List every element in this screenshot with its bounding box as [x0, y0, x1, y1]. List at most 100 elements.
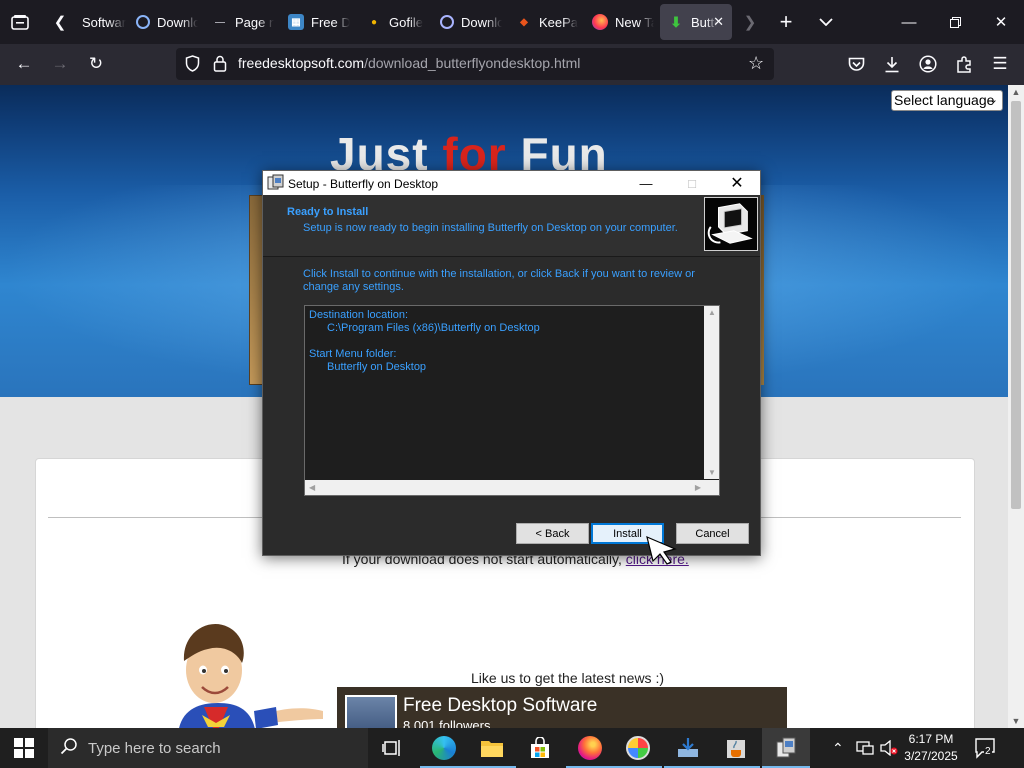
taskbar-file-explorer[interactable] [468, 728, 516, 768]
facebook-page-avatar [345, 695, 397, 728]
taskbar-globe-app[interactable] [614, 728, 662, 768]
tab-new-tab[interactable]: New Tab [584, 4, 654, 40]
shield-icon[interactable] [185, 55, 200, 75]
downloads-icon[interactable] [876, 48, 908, 80]
system-clock[interactable]: 6:17 PM 3/27/2025 [900, 731, 962, 765]
forward-icon[interactable]: → [44, 48, 76, 80]
dialog-maximize-icon: □ [688, 175, 696, 191]
show-hidden-icons-icon[interactable]: ⌃ [832, 740, 844, 757]
edge-icon [432, 736, 456, 760]
taskbar-search-box[interactable]: Type here to search [48, 728, 368, 768]
tab-butterfly-active[interactable]: ⬇ Butterfly ✕ [660, 4, 732, 40]
free-desktop-favicon: ▦ [288, 14, 304, 30]
cancel-button[interactable]: Cancel [676, 523, 749, 544]
memo-vertical-scrollbar[interactable]: ▲ ▼ [704, 306, 719, 479]
task-view-button[interactable] [368, 728, 416, 768]
keepass-favicon: ◆ [520, 16, 528, 28]
memo-horizontal-scrollbar[interactable]: ◀ ▶ [305, 480, 705, 495]
taskbar-firefox[interactable] [566, 728, 614, 768]
install-summary-memo[interactable]: Destination location: C:\Program Files (x… [304, 305, 720, 496]
notification-center-icon[interactable]: 2 [974, 737, 996, 762]
language-select[interactable]: Select language ⌄ [891, 90, 1003, 111]
start-button[interactable] [0, 728, 48, 768]
tab-keepass[interactable]: ◆ KeePass [508, 4, 578, 40]
volume-muted-icon[interactable] [880, 739, 898, 759]
windows-logo-icon [14, 738, 34, 758]
taskbar-setup-wizard[interactable] [762, 728, 810, 768]
address-bar[interactable]: freedesktopsoft.com/download_butterflyon… [176, 48, 774, 80]
dialog-body: Ready to Install Setup is now ready to b… [263, 195, 760, 555]
taskbar-installer[interactable] [664, 728, 712, 768]
reload-icon[interactable]: ↻ [80, 48, 112, 80]
pocket-icon[interactable] [840, 48, 872, 80]
facebook-page-widget[interactable]: Free Desktop Software 8,001 followers [337, 687, 787, 728]
install-instructions: Click Install to continue with the insta… [303, 268, 695, 293]
wizard-page-subheading: Setup is now ready to begin installing B… [303, 222, 678, 234]
page-icon: — [215, 16, 225, 28]
back-icon[interactable]: ← [8, 48, 40, 80]
bookmark-star-icon[interactable]: ☆ [748, 53, 764, 74]
minimize-window-icon[interactable]: — [886, 0, 932, 44]
scroll-down-icon[interactable]: ▼ [1008, 714, 1024, 728]
download-arrow-icon: ⬇ [670, 13, 682, 30]
memo-scroll-corner [704, 480, 719, 495]
taskbar-store[interactable] [516, 728, 564, 768]
list-all-tabs-icon[interactable] [810, 6, 842, 38]
memo-scroll-right-icon[interactable]: ▶ [695, 483, 701, 492]
tab-software[interactable]: Software [74, 4, 126, 40]
scroll-tabs-left-icon[interactable]: ❮ [44, 6, 76, 38]
memo-scroll-down-icon[interactable]: ▼ [708, 468, 716, 477]
menu-icon[interactable]: ☰ [984, 48, 1016, 80]
java-icon [727, 740, 745, 758]
tab-download-1[interactable]: Download [128, 4, 198, 40]
taskbar-edge[interactable] [420, 728, 468, 768]
dialog-close-icon[interactable]: ✕ [714, 171, 760, 195]
facebook-page-name[interactable]: Free Desktop Software [403, 695, 597, 717]
dialog-minimize-icon[interactable]: — [623, 171, 669, 195]
account-icon[interactable] [912, 48, 944, 80]
page-scrollbar[interactable]: ▲ ▼ [1008, 85, 1024, 728]
superhero-mascot-illustration [179, 624, 323, 728]
notification-count-badge: 2 [984, 746, 992, 757]
new-tab-icon[interactable]: + [770, 6, 802, 38]
store-icon [531, 737, 549, 758]
taskbar-java[interactable] [712, 728, 760, 768]
dialog-title-bar[interactable]: Setup - Butterfly on Desktop — □ ✕ [263, 171, 760, 195]
firefox-icon [592, 14, 608, 30]
close-tab-icon[interactable]: ✕ [713, 14, 724, 30]
tab-download-2[interactable]: Download [432, 4, 502, 40]
page-scrollbar-thumb[interactable] [1011, 101, 1021, 509]
setup-dialog: Setup - Butterfly on Desktop — □ ✕ Ready… [262, 170, 761, 556]
search-icon [60, 737, 78, 759]
url-text[interactable]: freedesktopsoft.com/download_butterflyon… [238, 55, 580, 71]
tab-page-not-found[interactable]: — Page not [204, 4, 274, 40]
mouse-pointer-icon [646, 535, 677, 565]
windows-taskbar: Type here to search ⌃ 6:17 PM 3/27/2025 … [0, 728, 1024, 768]
chevron-down-icon: ⌄ [988, 94, 998, 106]
proton-favicon [440, 15, 454, 29]
firefox-icon [578, 736, 602, 760]
restore-window-icon[interactable] [932, 0, 978, 44]
network-icon[interactable] [856, 740, 874, 759]
memo-scroll-left-icon[interactable]: ◀ [309, 483, 315, 492]
dialog-header: Ready to Install Setup is now ready to b… [263, 195, 760, 257]
tab-gofile[interactable]: ● Gofile [358, 4, 424, 40]
browser-nav-bar: ← → ↻ freedesktopsoft.com/download_butte… [0, 44, 1024, 85]
back-button[interactable]: < Back [516, 523, 589, 544]
setup-computer-icon [704, 197, 758, 251]
install-summary-text: Destination location: C:\Program Files (x… [309, 309, 540, 373]
lock-icon[interactable] [213, 55, 227, 75]
close-window-icon[interactable]: ✕ [978, 0, 1024, 44]
scroll-up-icon[interactable]: ▲ [1008, 85, 1024, 99]
firefox-view-icon[interactable] [4, 6, 36, 38]
like-note: Like us to get the latest news :) [471, 670, 664, 686]
memo-scroll-up-icon[interactable]: ▲ [708, 308, 716, 317]
tab-free-desktop[interactable]: ▦ Free Desktop [280, 4, 350, 40]
gofile-favicon: ● [370, 16, 378, 28]
installer-app-icon [267, 174, 284, 190]
scroll-tabs-right-icon[interactable]: ❯ [734, 6, 766, 38]
extensions-icon[interactable] [948, 48, 980, 80]
globe-app-icon [626, 736, 650, 760]
installer-icon [678, 738, 698, 757]
facebook-followers-count: 8,001 followers [403, 718, 491, 728]
